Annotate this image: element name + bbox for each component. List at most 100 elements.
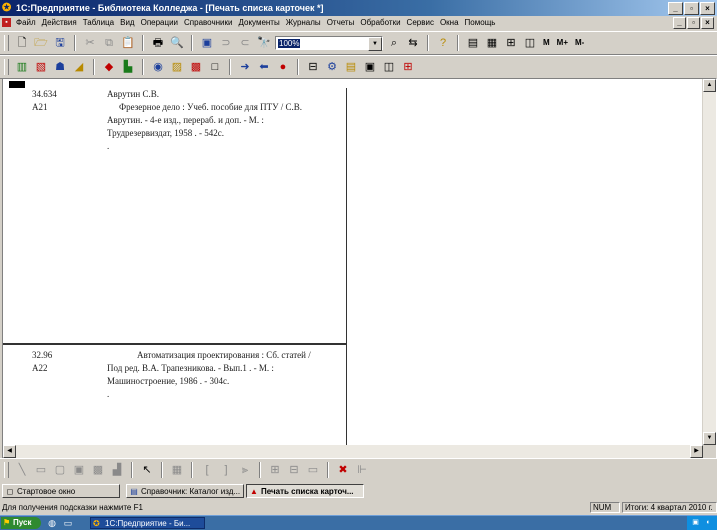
report-icon[interactable]: ▤ bbox=[343, 59, 359, 75]
archive-icon[interactable]: ▣ bbox=[362, 59, 378, 75]
catalog-icon[interactable]: ▥ bbox=[14, 59, 30, 75]
picture-icon[interactable]: ▣ bbox=[71, 462, 87, 478]
align-icon[interactable]: ⫸ bbox=[237, 462, 253, 478]
arrow-left-icon[interactable]: ⬅ bbox=[256, 59, 272, 75]
menu-processing[interactable]: Обработки bbox=[357, 16, 403, 30]
properties-shape-icon[interactable]: ⊩ bbox=[354, 462, 370, 478]
tab-label: Стартовое окно bbox=[17, 487, 76, 496]
paste-icon[interactable]: 📋 bbox=[120, 35, 136, 51]
toolbar-grip[interactable] bbox=[4, 35, 9, 51]
menu-journals[interactable]: Журналы bbox=[283, 16, 324, 30]
menu-service[interactable]: Сервис bbox=[404, 16, 437, 30]
volume-icon[interactable]: ◐ bbox=[704, 518, 713, 527]
bracket-right-icon[interactable]: ] bbox=[218, 462, 234, 478]
find-icon[interactable]: 🔭 bbox=[256, 35, 272, 51]
menu-documents[interactable]: Документы bbox=[235, 16, 282, 30]
calculator-icon[interactable]: ▦ bbox=[484, 35, 500, 51]
tab-start-window[interactable]: ◻ Стартовое окно bbox=[2, 484, 120, 498]
bracket-left-icon[interactable]: [ bbox=[199, 462, 215, 478]
browser-icon[interactable]: ◍ bbox=[46, 517, 58, 529]
ole-icon[interactable]: ▩ bbox=[90, 462, 106, 478]
tab-catalog[interactable]: ▤ Справочник: Каталог изд... bbox=[126, 484, 244, 498]
chart-icon[interactable]: ▙ bbox=[120, 59, 136, 75]
frame-icon[interactable]: ▭ bbox=[305, 462, 321, 478]
scroll-down-icon[interactable]: ▼ bbox=[703, 432, 716, 445]
start-button[interactable]: ⚑ Пуск bbox=[1, 517, 41, 529]
menu-reports[interactable]: Отчеты bbox=[324, 16, 358, 30]
order-icon[interactable]: ⊞ bbox=[267, 462, 283, 478]
desktop-icon[interactable]: ▭ bbox=[62, 517, 74, 529]
new-file-icon[interactable]: 🗋 bbox=[14, 35, 30, 51]
replace-icon[interactable]: ⇆ bbox=[405, 35, 421, 51]
doc-minimize-button[interactable]: _ bbox=[673, 17, 686, 29]
settings-icon[interactable]: ⚙ bbox=[324, 59, 340, 75]
undo-icon[interactable]: ⊃ bbox=[218, 35, 234, 51]
properties-icon[interactable]: ▣ bbox=[199, 35, 215, 51]
layers-icon[interactable]: ⊟ bbox=[286, 462, 302, 478]
calendar-icon[interactable]: ▤ bbox=[465, 35, 481, 51]
spreadsheet-icon[interactable]: ⊞ bbox=[400, 59, 416, 75]
doc-close-button[interactable]: × bbox=[701, 17, 714, 29]
document-list-icon[interactable]: ▨ bbox=[169, 59, 185, 75]
horizontal-scrollbar[interactable]: ◀ ▶ bbox=[3, 445, 703, 458]
vertical-scrollbar[interactable]: ▲ ▼ bbox=[702, 79, 716, 445]
menu-help[interactable]: Помощь bbox=[462, 16, 499, 30]
pointer-icon[interactable]: ↖ bbox=[139, 462, 155, 478]
save-icon[interactable]: 🖫 bbox=[52, 35, 68, 51]
line-icon[interactable]: ╲ bbox=[14, 462, 30, 478]
print-icon[interactable]: 🖶 bbox=[150, 35, 166, 51]
open-folder-icon[interactable]: 🗁 bbox=[33, 35, 49, 51]
toolbar-grip[interactable] bbox=[4, 59, 9, 75]
menu-windows[interactable]: Окна bbox=[437, 16, 462, 30]
stop-icon[interactable]: ● bbox=[275, 59, 291, 75]
memory-minus-button[interactable]: M- bbox=[573, 35, 586, 51]
memory-plus-button[interactable]: M+ bbox=[555, 35, 570, 51]
toolbar-grip[interactable] bbox=[4, 462, 9, 478]
doc-restore-button[interactable]: ▫ bbox=[687, 17, 700, 29]
columns-icon[interactable]: ◫ bbox=[381, 59, 397, 75]
resize-grip[interactable] bbox=[703, 445, 716, 458]
close-button[interactable]: × bbox=[700, 2, 715, 15]
menu-bar: ▪ Файл Действия Таблица Вид Операции Спр… bbox=[0, 16, 717, 30]
issue-icon[interactable]: ◢ bbox=[71, 59, 87, 75]
redo-icon[interactable]: ⊂ bbox=[237, 35, 253, 51]
menu-actions[interactable]: Действия bbox=[39, 16, 80, 30]
grid-icon[interactable]: ⊟ bbox=[305, 59, 321, 75]
arrow-right-icon[interactable]: ➜ bbox=[237, 59, 253, 75]
rectangle-icon[interactable]: ▭ bbox=[33, 462, 49, 478]
table-icon[interactable]: ▩ bbox=[188, 59, 204, 75]
group-icon[interactable]: ▦ bbox=[169, 462, 185, 478]
readers-icon[interactable]: ☗ bbox=[52, 59, 68, 75]
search-icon[interactable]: ⌕ bbox=[386, 35, 402, 51]
scroll-right-icon[interactable]: ▶ bbox=[690, 445, 703, 458]
menu-table[interactable]: Таблица bbox=[80, 16, 117, 30]
books-icon[interactable]: ▧ bbox=[33, 59, 49, 75]
minimize-button[interactable]: _ bbox=[668, 2, 683, 15]
page-icon[interactable]: □ bbox=[207, 59, 223, 75]
maximize-button[interactable]: ▫ bbox=[684, 2, 699, 15]
disk-icon[interactable]: ◉ bbox=[150, 59, 166, 75]
window-icon[interactable]: ◫ bbox=[522, 35, 538, 51]
tab-print-cards[interactable]: ▲ Печать списка карточ... bbox=[246, 484, 364, 498]
scroll-up-icon[interactable]: ▲ bbox=[703, 79, 716, 92]
menu-operations[interactable]: Операции bbox=[138, 16, 181, 30]
document-icon[interactable]: ▪ bbox=[2, 18, 11, 27]
chevron-down-icon[interactable]: ▼ bbox=[368, 37, 382, 51]
taskbar-item-1c[interactable]: ✪ 1С:Предприятие - Би... bbox=[90, 517, 205, 529]
network-icon[interactable]: ▣ bbox=[691, 518, 700, 527]
text-box-icon[interactable]: ▢ bbox=[52, 462, 68, 478]
menu-view[interactable]: Вид bbox=[117, 16, 137, 30]
help-icon[interactable]: ? bbox=[435, 35, 451, 51]
menu-references[interactable]: Справочники bbox=[181, 16, 235, 30]
print-preview-icon[interactable]: 🔍 bbox=[169, 35, 185, 51]
copy-icon[interactable]: ⧉ bbox=[101, 35, 117, 51]
zoom-select[interactable]: 100% ▼ bbox=[275, 36, 383, 51]
scroll-left-icon[interactable]: ◀ bbox=[3, 445, 16, 458]
diagram-icon[interactable]: ▟ bbox=[109, 462, 125, 478]
delete-shape-icon[interactable]: ✖ bbox=[335, 462, 351, 478]
memory-button[interactable]: M bbox=[541, 35, 552, 51]
cut-icon[interactable]: ✂ bbox=[82, 35, 98, 51]
receipt-icon[interactable]: ◆ bbox=[101, 59, 117, 75]
menu-file[interactable]: Файл bbox=[13, 16, 39, 30]
form-icon[interactable]: ⊞ bbox=[503, 35, 519, 51]
